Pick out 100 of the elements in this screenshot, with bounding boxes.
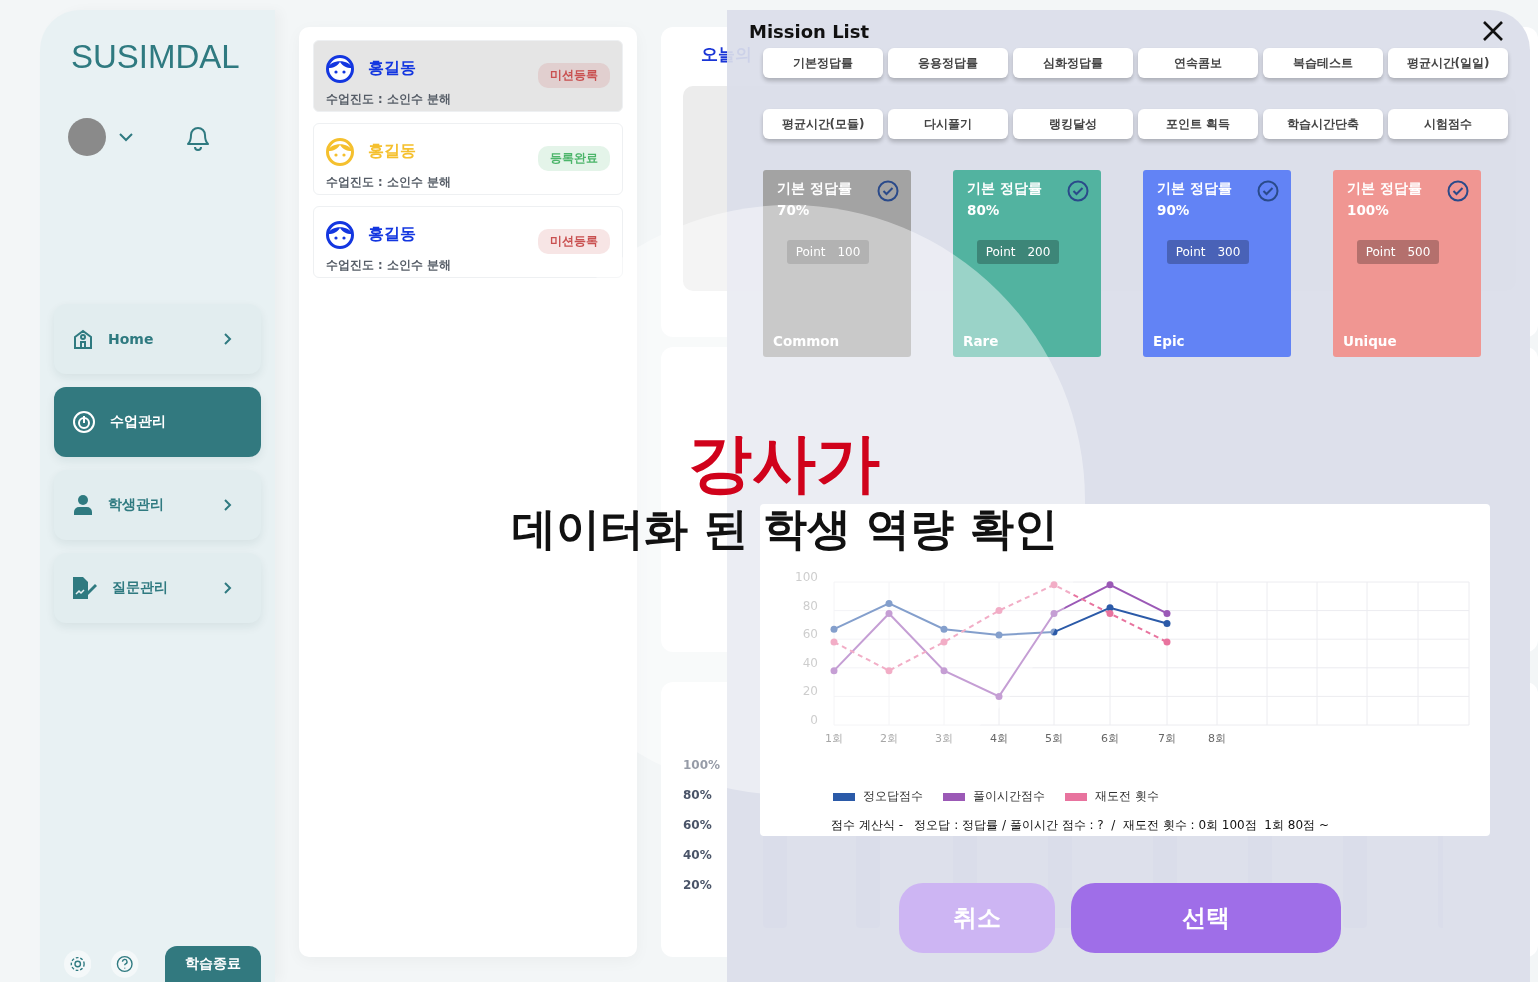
axis-label: 1회 — [825, 732, 843, 745]
chevron-right-icon — [223, 498, 233, 512]
point — [1106, 581, 1114, 589]
rarity-label: Unique — [1343, 333, 1398, 349]
card-percent: 100% — [1347, 202, 1390, 218]
settings-icon[interactable] — [64, 949, 92, 979]
student-icon — [72, 494, 94, 516]
point — [1106, 609, 1114, 617]
mission-button[interactable]: 다시풀기 — [888, 109, 1008, 139]
nav-item[interactable]: Home — [54, 304, 261, 374]
point — [885, 599, 893, 607]
point — [830, 667, 838, 675]
progress-text: 수업진도 : 소인수 분해 — [326, 175, 452, 190]
axis-label: 80% — [683, 788, 713, 802]
check-circle-icon[interactable] — [877, 180, 899, 202]
student-name: 홍길동 — [368, 224, 417, 245]
progress-text: 수업진도 : 소인수 분해 — [326, 258, 452, 273]
student-item[interactable]: 홍길동 미션등록 수업진도 : 소인수 분해 — [313, 40, 623, 112]
point — [1163, 609, 1171, 617]
legend-label: 풀이시간점수 — [973, 788, 1045, 805]
point-value: 500 — [1407, 245, 1431, 259]
headline-text: 데이터화 된 학생 역량 확인 — [512, 503, 1058, 556]
card-title: 기본 정답률 — [1157, 180, 1232, 198]
mission-button[interactable]: 평균시간(모듈) — [763, 109, 883, 139]
help-icon[interactable] — [111, 949, 139, 979]
chevron-down-icon[interactable] — [118, 132, 134, 142]
chevron-right-icon — [223, 581, 233, 595]
point — [995, 692, 1003, 700]
axis-label: 5회 — [1045, 732, 1063, 745]
close-icon[interactable] — [1482, 20, 1504, 42]
card-title: 기본 정답률 — [1347, 180, 1422, 198]
mission-button[interactable]: 포인트 획득 — [1138, 109, 1258, 139]
card-percent: 80% — [967, 202, 1001, 218]
mission-button[interactable]: 학습시간단축 — [1263, 109, 1383, 139]
point — [1050, 628, 1058, 636]
confirm-button[interactable]: 선택 — [1071, 883, 1341, 953]
point-value: 200 — [1027, 245, 1051, 259]
student-name: 홍길동 — [368, 58, 417, 79]
mission-button[interactable]: 심화정답률 — [1013, 48, 1133, 78]
point — [940, 638, 948, 646]
check-circle-icon[interactable] — [1257, 180, 1279, 202]
student-name: 홍길동 — [368, 141, 417, 162]
formula-text: 점수 계산식 - 정오답 : 정답률 / 풀이시간 점수 : ? / 재도전 횟수 : 0회 100점 1회 80점 ~ — [831, 817, 1330, 834]
student-item[interactable]: 홍길동 등록완료 수업진도 : 소인수 분해 — [313, 123, 623, 195]
mission-button[interactable]: 랭킹달성 — [1013, 109, 1133, 139]
question-icon — [72, 576, 98, 600]
axis-label: 7회 — [1158, 732, 1176, 745]
status-badge: 등록완료 — [538, 146, 610, 171]
point-value: 100 — [837, 245, 861, 259]
point — [1163, 638, 1171, 646]
grade-card[interactable]: 기본 정답률 100% Point 500 Unique — [1333, 170, 1481, 357]
mission-button[interactable]: 시험점수 — [1388, 109, 1508, 139]
mission-button[interactable]: 응용정답률 — [888, 48, 1008, 78]
legend-label: 정오답점수 — [863, 788, 923, 805]
rarity-label: Epic — [1153, 333, 1186, 349]
grade-card[interactable]: 기본 정답률 90% Point 300 Epic — [1143, 170, 1291, 357]
axis-label: 2회 — [880, 732, 898, 745]
point — [830, 625, 838, 633]
student-item[interactable]: 홍길동 미션등록 수업진도 : 소인수 분해 — [313, 206, 623, 278]
point — [995, 607, 1003, 615]
legend-swatch — [943, 792, 965, 801]
home-icon — [72, 328, 94, 350]
mission-button[interactable]: 평균시간(일일) — [1388, 48, 1508, 78]
mission-button[interactable]: 연속콤보 — [1138, 48, 1258, 78]
point-label: Point — [985, 245, 1016, 259]
point — [1163, 619, 1171, 627]
logo-text: SUSIMDAL — [70, 38, 241, 76]
point — [830, 638, 838, 646]
nav-item[interactable]: 수업관리 — [54, 387, 261, 457]
avatar[interactable] — [68, 118, 106, 156]
axis-label: 100% — [683, 758, 722, 772]
mission-button[interactable]: 기본정답률 — [763, 48, 883, 78]
progress-text: 수업진도 : 소인수 분해 — [326, 92, 452, 107]
axis-label: 20% — [683, 878, 713, 892]
point — [885, 667, 893, 675]
axis-label: 4회 — [990, 732, 1008, 745]
card-percent: 70% — [777, 202, 811, 218]
rarity-label: Rare — [963, 333, 1000, 349]
point — [885, 609, 893, 617]
nav-item[interactable]: 학생관리 — [54, 470, 261, 540]
chevron-right-icon — [223, 332, 233, 346]
check-circle-icon[interactable] — [1067, 180, 1089, 202]
mission-button[interactable]: 복습테스트 — [1263, 48, 1383, 78]
point — [940, 625, 948, 633]
point — [1050, 609, 1058, 617]
check-circle-icon[interactable] — [1447, 180, 1469, 202]
axis-label: 60% — [683, 818, 713, 832]
headline-accent: 강사가 — [688, 430, 880, 498]
legend-swatch — [1065, 792, 1087, 801]
point — [1050, 581, 1058, 589]
grade-card[interactable]: 기본 정답률 80% Point 200 Rare — [953, 170, 1101, 357]
status-badge: 미션등록 — [538, 229, 610, 254]
end-button[interactable]: 학습종료 — [164, 946, 261, 982]
point-label: Point — [1365, 245, 1396, 259]
legend-swatch — [833, 792, 855, 801]
point-label: Point — [1175, 245, 1206, 259]
point-value: 300 — [1217, 245, 1241, 259]
card-percent: 90% — [1157, 202, 1191, 218]
point-label: Point — [795, 245, 826, 259]
nav-item[interactable]: 질문관리 — [54, 553, 261, 623]
